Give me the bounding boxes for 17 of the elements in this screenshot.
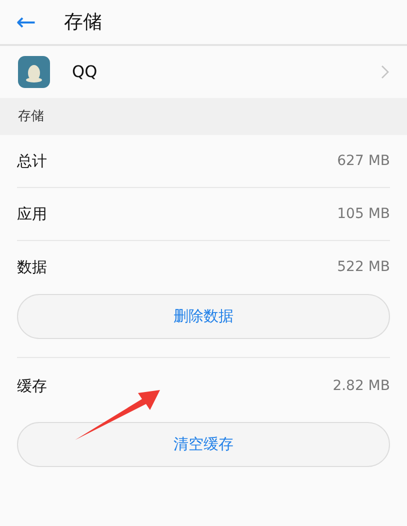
back-button[interactable]: ← (16, 10, 36, 34)
row-label: 缓存 (17, 376, 47, 397)
row-value: 627 MB (337, 152, 390, 170)
chevron-icon (381, 65, 389, 79)
row-value: 105 MB (337, 204, 390, 224)
clear-data-button[interactable]: 删除数据 (17, 294, 390, 339)
page-title: 存储 (64, 10, 102, 35)
section-header: 存储 (18, 108, 44, 126)
row-label: 总计 (17, 150, 47, 172)
row-value: 522 MB (337, 258, 390, 277)
app-row[interactable]: QQ (0, 46, 407, 98)
row-label: 应用 (17, 204, 47, 225)
clear-cache-button[interactable]: 清空缓存 (17, 422, 390, 467)
row-value: 2.82 MB (332, 376, 390, 396)
app-name: QQ (72, 61, 98, 83)
penguin-icon (18, 56, 50, 88)
row-label: 数据 (17, 257, 47, 278)
